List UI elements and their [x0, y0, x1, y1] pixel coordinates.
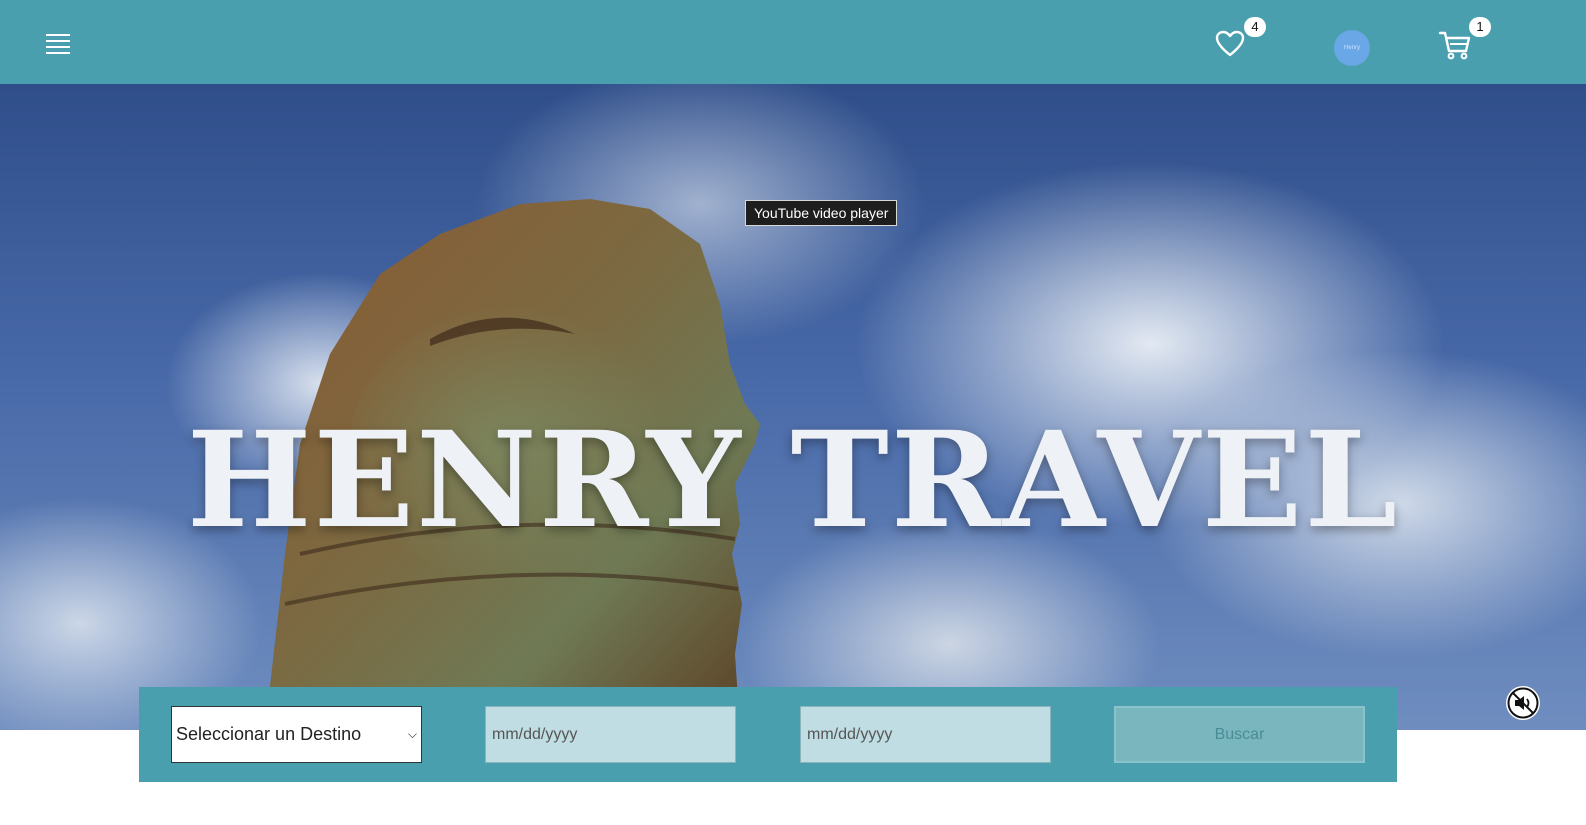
user-avatar[interactable]: Henry — [1334, 30, 1370, 66]
destination-select-label: Seleccionar un Destino — [176, 724, 362, 744]
cart-count-badge: 1 — [1469, 17, 1491, 37]
shopping-cart-icon[interactable] — [1438, 28, 1472, 62]
hero-video[interactable]: HENRY TRAVEL — [0, 84, 1586, 730]
muted-speaker-icon — [1507, 687, 1539, 719]
favorites-count-badge: 4 — [1244, 17, 1266, 37]
date-from-input[interactable]: mm/dd/yyyy — [485, 706, 736, 763]
heart-icon[interactable] — [1214, 28, 1246, 60]
date-to-input[interactable]: mm/dd/yyyy — [800, 706, 1051, 763]
video-tooltip: YouTube video player — [745, 200, 898, 226]
hero-title: HENRY TRAVEL — [186, 403, 1400, 558]
chevron-down-icon: ⌵ — [407, 727, 417, 741]
search-button[interactable]: Buscar — [1114, 706, 1365, 763]
mute-toggle-button[interactable] — [1506, 686, 1540, 720]
hamburger-menu-icon[interactable] — [46, 34, 70, 54]
destination-select[interactable]: Seleccionar un Destino ⌵ — [171, 706, 422, 763]
